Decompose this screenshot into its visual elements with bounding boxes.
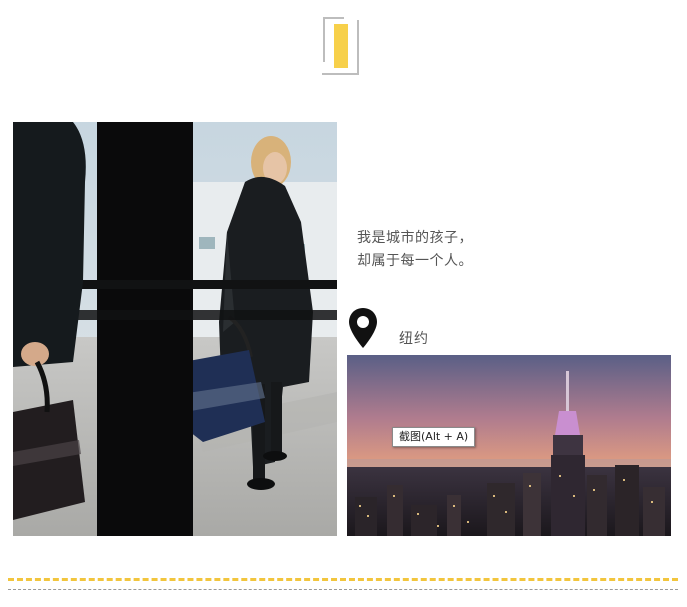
map-pin-icon	[348, 307, 378, 349]
divider-dashed-grey	[8, 589, 678, 590]
intro-text: 我是城市的孩子， 却属于每一个人。	[357, 227, 657, 273]
bracket-icon	[320, 16, 360, 76]
woman-with-bag-photo	[13, 122, 337, 536]
intro-line-2: 却属于每一个人。	[357, 253, 473, 269]
location-label: 纽约	[399, 331, 429, 347]
intro-line-1: 我是城市的孩子，	[357, 230, 473, 246]
divider-dashed-yellow	[8, 578, 678, 581]
screenshot-tooltip: 截图(Alt + A)	[392, 427, 476, 447]
